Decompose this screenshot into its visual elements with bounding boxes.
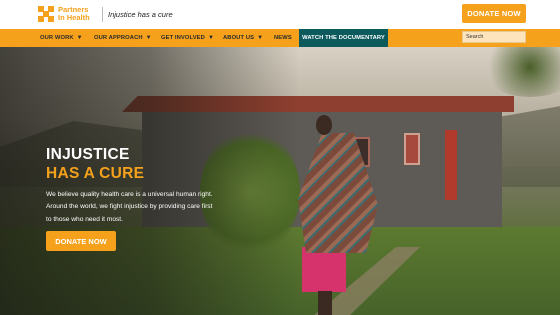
nav-item-label: ABOUT US bbox=[223, 35, 255, 41]
hero-title-line-1: INJUSTICE bbox=[46, 146, 130, 163]
logo[interactable]: Partners In Health bbox=[38, 6, 90, 22]
caret-down-icon: ▼ bbox=[76, 35, 83, 41]
nav-item-get-involved[interactable]: GET INVOLVED ▼ bbox=[161, 29, 214, 47]
search-input[interactable]: Search bbox=[462, 31, 526, 43]
nav-item-news[interactable]: NEWS bbox=[274, 29, 292, 47]
logo-line-2: In Health bbox=[58, 13, 90, 22]
hero-photo-person-skirt bbox=[302, 247, 346, 292]
hero-description-line: We believe quality health care is a univ… bbox=[46, 191, 213, 198]
hero-description-line: Around the world, we fight injustice by … bbox=[46, 203, 213, 211]
caret-down-icon: ▼ bbox=[257, 35, 264, 41]
hero-description-line: to those who need it most. bbox=[46, 215, 123, 223]
nav-item-label: OUR WORK bbox=[40, 35, 74, 41]
nav-item-our-work[interactable]: OUR WORK ▼ bbox=[40, 29, 83, 47]
nav-item-about-us[interactable]: ABOUT US ▼ bbox=[223, 29, 263, 47]
hero-photo-person-legs bbox=[318, 291, 332, 315]
donate-now-button-hero[interactable]: DONATE NOW bbox=[46, 231, 116, 251]
hero-title: INJUSTICE HAS A CURE bbox=[46, 145, 144, 183]
hero-overlay bbox=[0, 47, 300, 315]
nav-item-label: GET INVOLVED bbox=[161, 35, 205, 41]
nav-item-our-approach[interactable]: OUR APPROACH ▼ bbox=[94, 29, 152, 47]
hero-photo-window bbox=[404, 133, 420, 165]
site-header: Partners In Health Injustice has a cure … bbox=[0, 0, 560, 29]
nav-item-label: NEWS bbox=[274, 35, 292, 41]
pih-logo-icon bbox=[38, 6, 54, 22]
caret-down-icon: ▼ bbox=[207, 35, 214, 41]
donate-now-button-header[interactable]: DONATE NOW bbox=[462, 4, 526, 23]
watch-documentary-button[interactable]: WATCH THE DOCUMENTARY bbox=[299, 29, 388, 47]
hero-description: We believe quality health care is a univ… bbox=[46, 189, 266, 226]
nav-item-label: OUR APPROACH bbox=[94, 35, 143, 41]
hero-title-line-2: HAS A CURE bbox=[46, 165, 145, 182]
hero-photo-door bbox=[445, 130, 457, 200]
caret-down-icon: ▼ bbox=[145, 35, 152, 41]
tagline: Injustice has a cure bbox=[108, 10, 173, 19]
logo-text: Partners In Health bbox=[58, 6, 90, 22]
header-divider bbox=[102, 7, 103, 22]
hero-photo-person-head bbox=[316, 115, 332, 135]
